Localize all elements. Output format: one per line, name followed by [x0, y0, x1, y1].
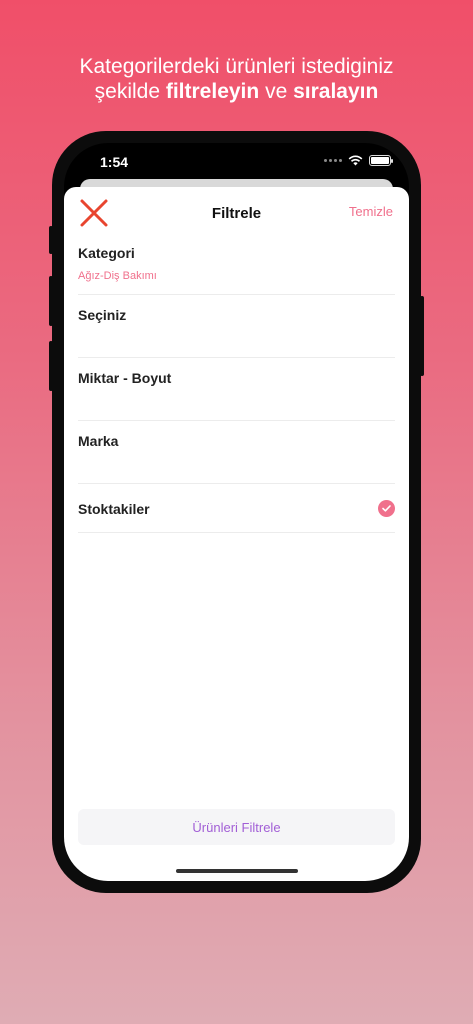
filter-sheet: Filtrele Temizle Kategori Ağız-Diş Bakım…	[64, 187, 409, 881]
filter-row-category[interactable]: Kategori Ağız-Diş Bakımı	[78, 239, 395, 295]
filter-row-brand[interactable]: Marka	[78, 421, 395, 484]
sheet-nav-bar: Filtrele Temizle	[64, 187, 409, 239]
headline-bold-filter: filtreleyin	[165, 80, 260, 103]
battery-icon	[369, 155, 393, 166]
power-button	[420, 296, 424, 376]
promo-headline-line1: Kategorilerdeki ürünleri istediginiz	[79, 55, 394, 78]
filter-row-size[interactable]: Miktar - Boyut	[78, 358, 395, 421]
brand-label: Marka	[78, 433, 119, 449]
cellular-signal-icon	[324, 159, 342, 162]
filter-row-in-stock[interactable]: Stoktakiler	[78, 484, 395, 533]
volume-down-button	[49, 341, 53, 391]
size-label: Miktar - Boyut	[78, 370, 172, 386]
checkmark-icon[interactable]	[378, 500, 395, 517]
clear-button[interactable]: Temizle	[349, 204, 393, 219]
home-indicator	[175, 869, 298, 873]
apply-filter-button[interactable]: Ürünleri Filtrele	[78, 809, 395, 845]
promo-headline: Kategorilerdeki ürünleri istediginiz şek…	[0, 54, 473, 104]
headline-bold-sort: sıralayın	[293, 80, 379, 103]
category-label: Kategori	[78, 245, 135, 261]
phone-screen: 1:54 Filtrele Temizle Kategori Ağız-Diş …	[64, 143, 409, 881]
volume-up-button	[49, 276, 53, 326]
promo-headline-line2: şekilde filtreleyin ve sıralayın	[0, 79, 473, 104]
status-icons	[324, 155, 393, 166]
wifi-icon	[348, 155, 363, 166]
headline-text-mid: ve	[259, 80, 294, 103]
phone-frame: 1:54 Filtrele Temizle Kategori Ağız-Diş …	[49, 131, 424, 893]
select-label: Seçiniz	[78, 307, 127, 323]
category-value: Ağız-Diş Bakımı	[78, 270, 157, 282]
filter-row-select[interactable]: Seçiniz	[78, 295, 395, 358]
mute-switch	[49, 226, 53, 254]
in-stock-label: Stoktakiler	[78, 501, 150, 517]
status-time: 1:54	[100, 154, 129, 170]
headline-text: şekilde	[94, 80, 166, 103]
